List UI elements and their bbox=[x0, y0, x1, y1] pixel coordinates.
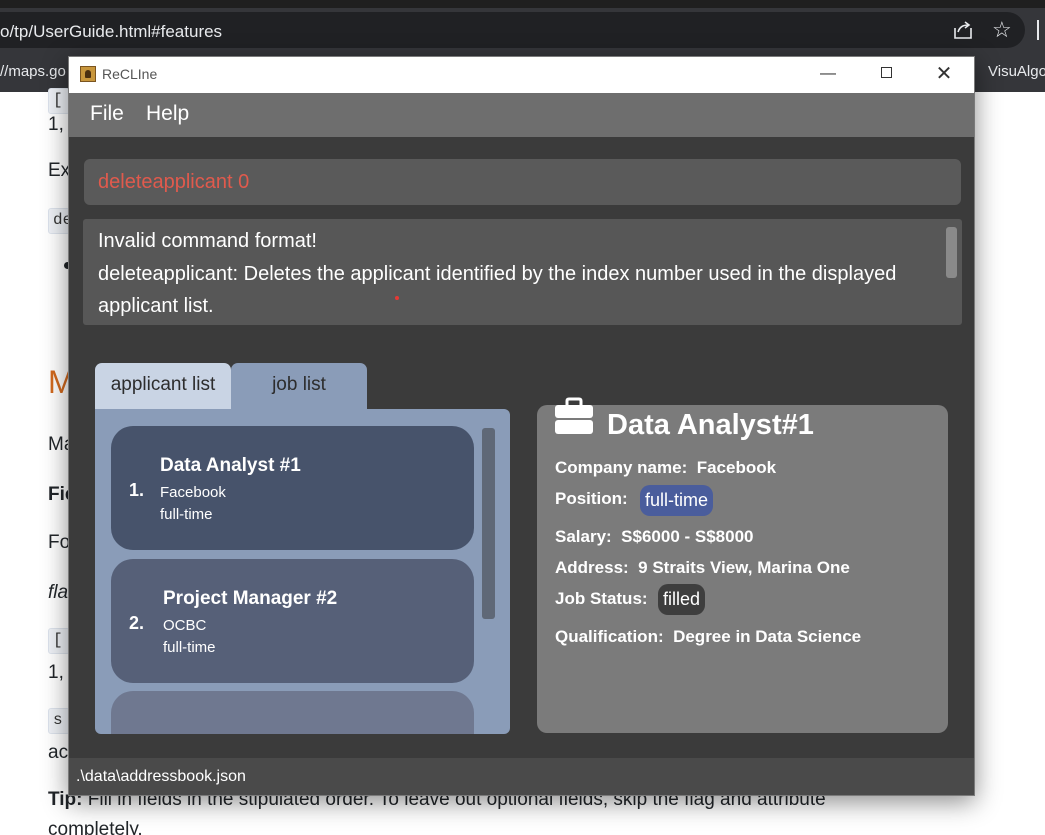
doc-fragment: ac bbox=[48, 742, 69, 763]
job-list-panel: 1. Data Analyst #1 Facebook full-time 2.… bbox=[95, 409, 510, 734]
status-label: Job Status: bbox=[555, 589, 648, 608]
qualification-value: Degree in Data Science bbox=[673, 627, 862, 646]
close-button[interactable]: ✕ bbox=[915, 57, 973, 93]
item-type: full-time bbox=[160, 506, 213, 523]
position-label: Position: bbox=[555, 489, 628, 508]
storage-path: .\data\addressbook.json bbox=[76, 768, 246, 785]
url-text[interactable]: o/tp/UserGuide.html#features bbox=[0, 22, 222, 42]
browser-top-strip bbox=[0, 0, 1045, 8]
status-badge: filled bbox=[658, 584, 706, 615]
list-scrollbar[interactable] bbox=[482, 428, 495, 619]
title-bar[interactable]: ReCLIne — ✕ bbox=[69, 57, 974, 93]
app-body: deleteapplicant 0 Invalid command format… bbox=[69, 137, 974, 758]
code-snippet: de bbox=[48, 208, 70, 234]
code-snippet: [ bbox=[48, 628, 70, 654]
doc-fragment: fla bbox=[48, 582, 69, 603]
address-bar[interactable]: o/tp/UserGuide.html#features bbox=[0, 12, 1025, 48]
menu-bar: File Help bbox=[69, 93, 974, 137]
maximize-button[interactable] bbox=[857, 57, 915, 93]
detail-title: Data Analyst#1 bbox=[607, 409, 814, 441]
detail-address-row: Address: 9 Straits View, Marina One bbox=[555, 558, 850, 578]
status-bar: .\data\addressbook.json bbox=[69, 758, 974, 795]
qualification-label: Qualification: bbox=[555, 627, 664, 646]
star-icon[interactable]: ☆ bbox=[992, 18, 1012, 42]
company-label: Company name: bbox=[555, 458, 688, 477]
item-index: 1. bbox=[129, 480, 145, 500]
detail-salary-row: Salary: S$6000 - S$8000 bbox=[555, 527, 754, 547]
item-title: Project Manager #2 bbox=[163, 588, 338, 609]
company-value: Facebook bbox=[696, 458, 777, 477]
result-line: Invalid command format! bbox=[98, 230, 317, 252]
close-icon: ✕ bbox=[935, 63, 953, 85]
share-icon[interactable] bbox=[952, 20, 974, 40]
minimize-icon: — bbox=[820, 65, 836, 82]
list-item[interactable]: 1. Data Analyst #1 Facebook full-time bbox=[111, 426, 474, 550]
item-title: Data Analyst #1 bbox=[160, 455, 301, 476]
list-item[interactable] bbox=[111, 691, 474, 734]
item-type: full-time bbox=[163, 639, 216, 656]
menu-help[interactable]: Help bbox=[146, 102, 189, 126]
result-line: applicant list. bbox=[98, 295, 214, 317]
item-company: Facebook bbox=[160, 484, 226, 501]
item-index: 2. bbox=[129, 613, 145, 633]
job-detail-panel: Data Analyst#1 Company name: Facebook Po… bbox=[537, 397, 948, 733]
address-label: Address: bbox=[555, 558, 629, 577]
doc-fragment: 1, bbox=[48, 662, 64, 683]
tab-job-list[interactable]: job list bbox=[231, 363, 367, 409]
list-item[interactable]: 2. Project Manager #2 OCBC full-time bbox=[111, 559, 474, 683]
command-input[interactable]: deleteapplicant 0 bbox=[84, 159, 961, 205]
detail-qualification-row: Qualification: Degree in Data Science bbox=[555, 627, 861, 647]
code-snippet: [ bbox=[48, 88, 70, 114]
briefcase-icon bbox=[555, 397, 593, 434]
code-snippet: s bbox=[48, 708, 70, 734]
tip-continuation: completely. bbox=[48, 819, 143, 835]
cursor-dot bbox=[395, 296, 399, 300]
browser-toolbar: o/tp/UserGuide.html#features ☆ bbox=[0, 8, 1045, 56]
bookmark-maps[interactable]: //maps.go bbox=[0, 63, 66, 80]
detail-company-row: Company name: Facebook bbox=[555, 458, 776, 478]
minimize-button[interactable]: — bbox=[799, 57, 857, 93]
app-window: ReCLIne — ✕ File Help deleteapplicant 0 … bbox=[68, 56, 975, 796]
detail-position-row: Position: bbox=[555, 489, 628, 509]
result-display[interactable]: Invalid command format! deleteapplicant:… bbox=[83, 219, 962, 325]
maximize-icon bbox=[880, 66, 892, 78]
doc-fragment: 1, bbox=[48, 114, 64, 135]
command-text[interactable]: deleteapplicant 0 bbox=[98, 171, 249, 194]
result-scrollbar[interactable] bbox=[946, 227, 957, 278]
doc-fragment: Ex bbox=[48, 160, 71, 181]
extensions-icon[interactable] bbox=[1037, 20, 1045, 40]
position-badge: full-time bbox=[640, 485, 714, 516]
address-value: 9 Straits View, Marina One bbox=[638, 558, 850, 577]
doc-fragment: Fo bbox=[48, 532, 71, 553]
app-logo-icon bbox=[80, 66, 96, 82]
salary-value: S$6000 - S$8000 bbox=[621, 527, 754, 546]
menu-file[interactable]: File bbox=[90, 102, 124, 126]
tab-applicant-list[interactable]: applicant list bbox=[95, 363, 231, 409]
salary-label: Salary: bbox=[555, 527, 612, 546]
bookmark-visualgo[interactable]: VisuAlgo bbox=[988, 63, 1045, 80]
window-title: ReCLIne bbox=[102, 66, 158, 82]
item-company: OCBC bbox=[163, 617, 207, 634]
result-line: deleteapplicant: Deletes the applicant i… bbox=[98, 263, 897, 285]
detail-status-row: Job Status: bbox=[555, 589, 648, 609]
